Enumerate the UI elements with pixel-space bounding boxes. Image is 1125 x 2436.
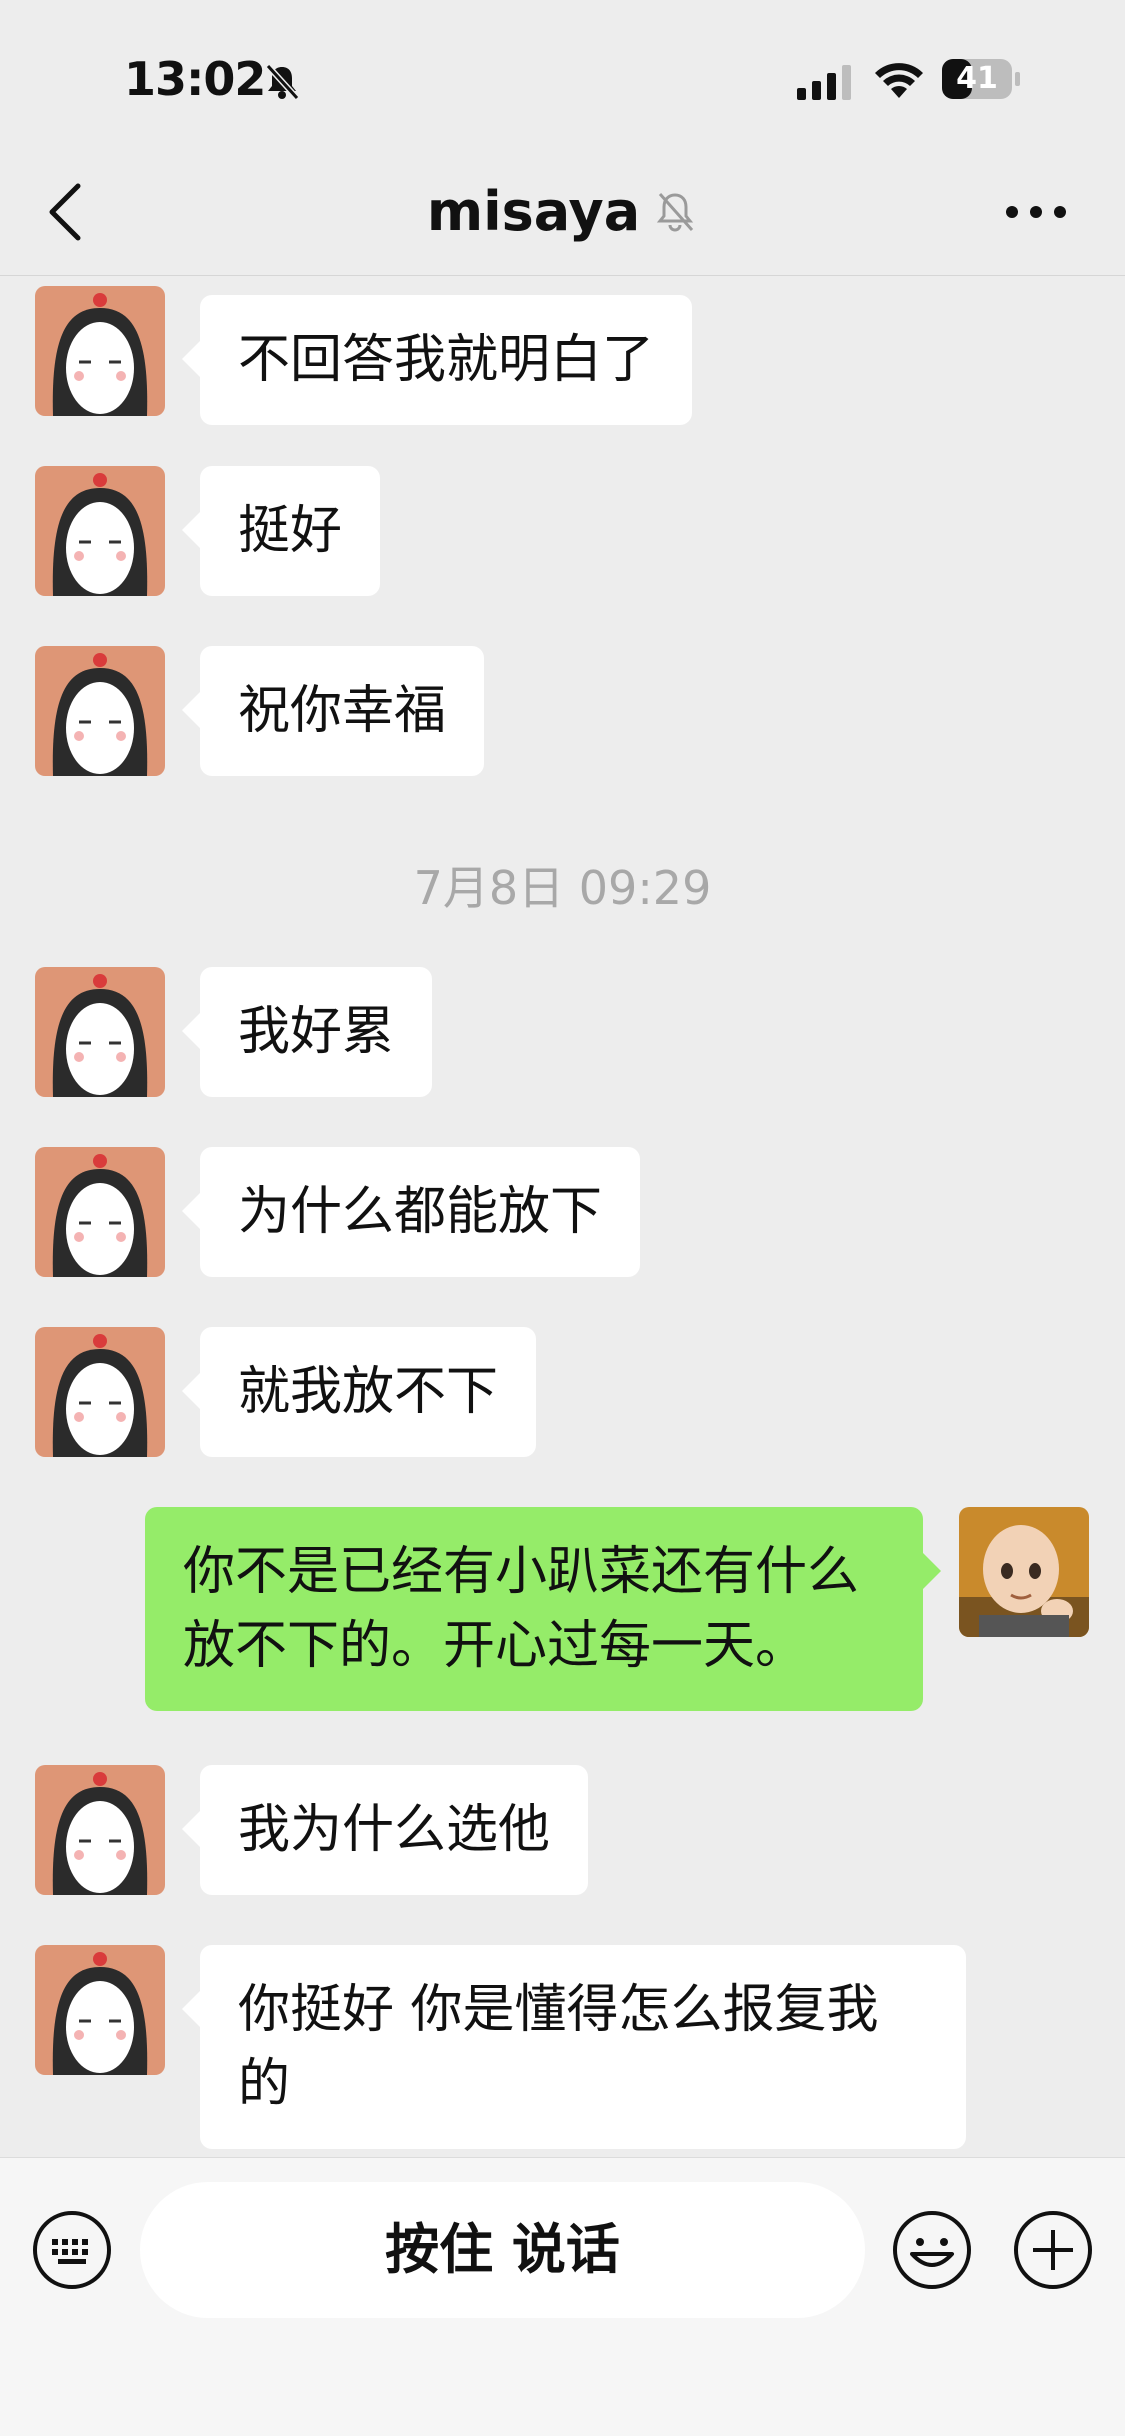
message-bubble-incoming[interactable]: 就我放不下 [181, 1327, 537, 1457]
contact-avatar[interactable] [35, 646, 165, 776]
message-bubble-incoming[interactable]: 挺好 [181, 466, 381, 596]
contact-avatar[interactable] [35, 1147, 165, 1277]
plus-icon[interactable] [1013, 2210, 1093, 2290]
message-timestamp: 7月8日 09:29 [413, 861, 712, 915]
message-bubble-incoming[interactable]: 为什么都能放下 [181, 1147, 641, 1277]
my-avatar[interactable] [959, 1507, 1089, 1637]
chat-title: misaya [0, 176, 1125, 243]
hold-to-talk-button[interactable]: 按住 说话 [140, 2182, 865, 2318]
input-bar: 按住 说话 [0, 2157, 1125, 2436]
status-time: 13:02 [124, 52, 266, 106]
contact-avatar[interactable] [35, 967, 165, 1097]
nav-bar: misaya [0, 150, 1125, 276]
contact-name: misaya [426, 179, 641, 243]
message-bubble-incoming[interactable]: 不回答我就明白了 [181, 295, 693, 425]
message-bubble-incoming[interactable]: 我为什么选他 [181, 1765, 589, 1895]
wifi-icon [875, 63, 923, 98]
more-dots-icon[interactable] [1003, 198, 1069, 226]
emoji-icon[interactable] [892, 2210, 972, 2290]
status-bar: 13:02 41 [0, 0, 1125, 150]
keyboard-icon[interactable] [32, 2210, 112, 2290]
message-bubble-incoming[interactable]: 祝你幸福 [181, 646, 485, 776]
contact-avatar[interactable] [35, 1327, 165, 1457]
contact-avatar[interactable] [35, 1765, 165, 1895]
chat-message-list[interactable]: 不回答我就明白了 挺好 祝你幸福 7月8日 09:29 我好累 为什么都能放下 … [0, 277, 1125, 2157]
message-bubble-incoming[interactable]: 你挺好 你是懂得怎么报复我的 [182, 1945, 966, 2149]
contact-avatar[interactable] [35, 286, 165, 416]
bell-slash-icon [265, 63, 300, 101]
message-bubble-outgoing[interactable]: 你不是已经有小趴菜还有什么放不下的。开心过每一天。 [145, 1507, 941, 1711]
signal-icon [797, 65, 851, 100]
message-bubble-incoming[interactable]: 我好累 [181, 967, 433, 1097]
mute-bell-icon [657, 193, 694, 232]
battery-level: 41 [956, 61, 998, 96]
contact-avatar[interactable] [35, 1945, 165, 2075]
contact-avatar[interactable] [35, 466, 165, 596]
